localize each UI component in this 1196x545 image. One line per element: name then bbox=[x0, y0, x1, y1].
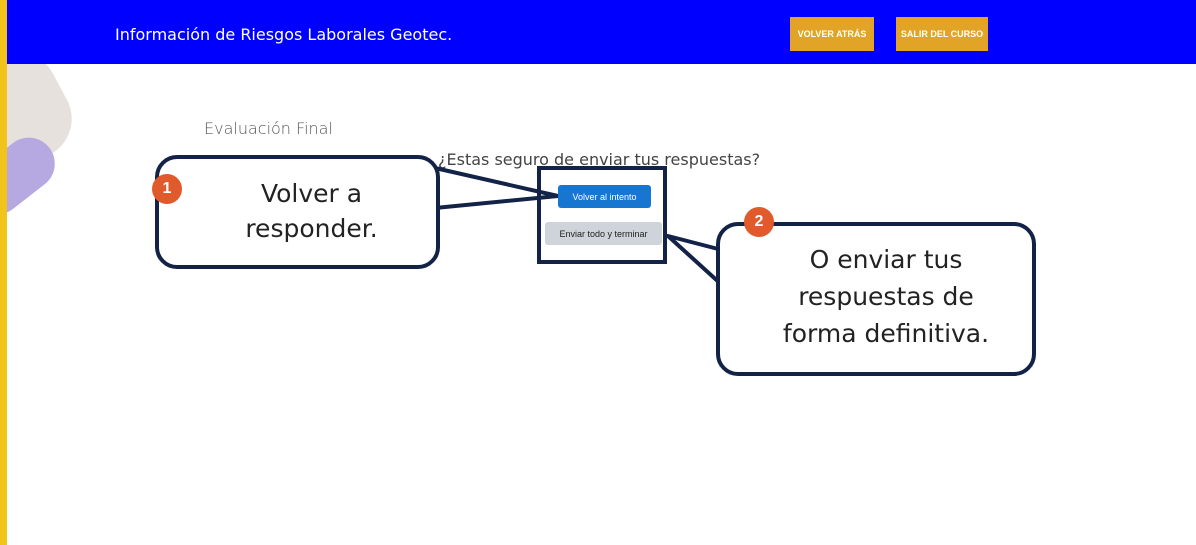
callout-2-line-2: respuestas de bbox=[798, 282, 974, 311]
callout-1-line-1: Volver a bbox=[260, 179, 363, 208]
callout-2-line-1: O enviar tus bbox=[809, 245, 963, 274]
step-badge-1: 1 bbox=[152, 174, 182, 204]
buttons-highlight-box bbox=[537, 166, 667, 264]
return-to-attempt-button[interactable]: Volver al intento bbox=[558, 185, 651, 208]
submit-all-button[interactable]: Enviar todo y terminar bbox=[545, 222, 662, 245]
step-badge-2: 2 bbox=[744, 207, 774, 237]
callout-2-line-3: forma definitiva. bbox=[782, 319, 990, 348]
callout-1: Volver a responder. bbox=[155, 155, 440, 269]
callout-2: O enviar tus respuestas de forma definit… bbox=[716, 222, 1036, 376]
callout-1-line-2: responder. bbox=[245, 214, 378, 243]
